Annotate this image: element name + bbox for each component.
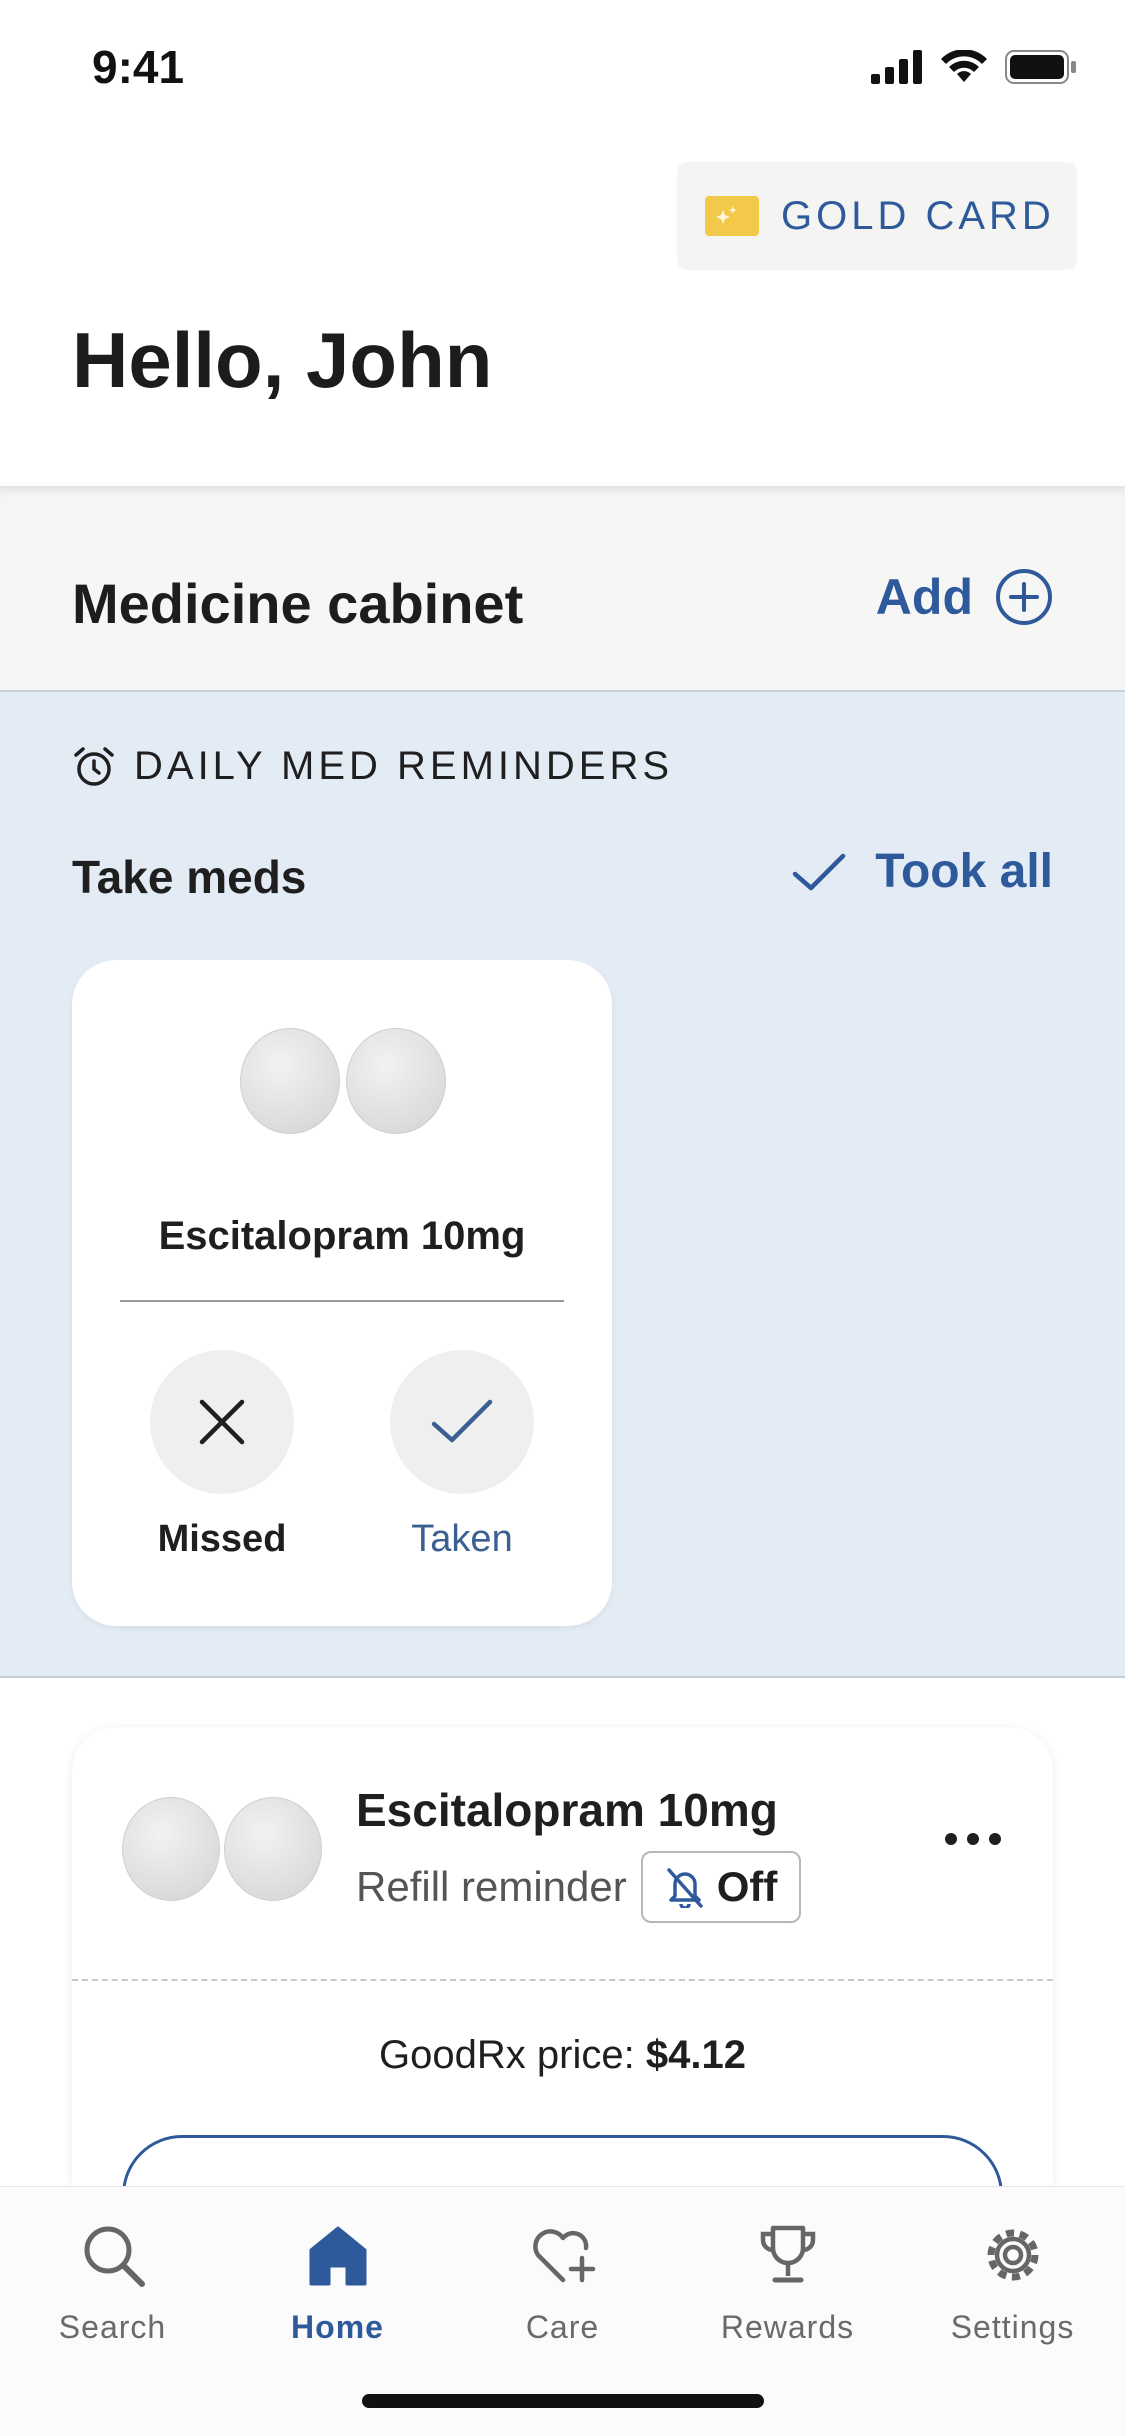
checkmark-icon <box>792 853 846 890</box>
tab-label: Rewards <box>720 2309 855 2345</box>
pill-image <box>122 1797 322 1901</box>
status-time: 9:41 <box>92 41 185 93</box>
medication-name: Escitalopram 10mg <box>356 1784 778 1836</box>
plus-circle-icon <box>996 569 1052 625</box>
gold-card-icon <box>705 196 759 236</box>
missed-label: Missed <box>157 1518 287 1560</box>
missed-button[interactable]: Missed <box>150 1350 294 1561</box>
status-bar: 9:41 <box>0 0 1125 140</box>
tab-care[interactable]: Care <box>450 2211 675 2346</box>
status-icons <box>871 50 1077 84</box>
daily-reminders-section: DAILY MED REMINDERS Take meds Took all E… <box>0 692 1125 1678</box>
more-dot <box>989 1833 1001 1845</box>
tab-label: Search <box>58 2309 167 2345</box>
taken-label: Taken <box>411 1518 513 1560</box>
checkmark-icon <box>431 1399 493 1443</box>
add-medication-button[interactable]: Add <box>876 568 1053 626</box>
divider <box>120 1300 564 1302</box>
medication-reminder-card: Escitalopram 10mg Missed Taken <box>72 960 612 1626</box>
taken-button[interactable]: Taken <box>390 1350 534 1561</box>
medicine-cabinet-header: Medicine cabinet Add <box>0 486 1125 692</box>
reminders-eyebrow: DAILY MED REMINDERS <box>72 744 673 789</box>
battery-icon <box>1005 50 1076 84</box>
refill-reminder-label: Refill reminder <box>356 1863 627 1910</box>
pill-front-image <box>122 1797 220 1901</box>
add-label: Add <box>875 569 973 625</box>
home-indicator <box>362 2394 764 2408</box>
pill-image <box>240 1028 446 1134</box>
tab-search[interactable]: Search <box>0 2211 225 2346</box>
trophy-icon <box>760 2225 815 2283</box>
gold-card-label: GOLD CARD <box>781 193 1055 238</box>
take-meds-heading: Take meds <box>72 851 307 903</box>
goodrx-price: GoodRx price: $4.12 <box>72 2033 1053 2078</box>
wifi-icon <box>941 50 987 82</box>
search-icon <box>84 2226 145 2287</box>
pill-back-image <box>224 1797 322 1901</box>
medication-name: Escitalopram 10mg <box>158 1214 526 1258</box>
close-icon <box>199 1399 245 1445</box>
refill-reminder-row: Refill reminder Off <box>356 1851 802 1923</box>
missed-circle <box>150 1350 294 1494</box>
took-all-button[interactable]: Took all <box>791 844 1053 899</box>
pill-front-image <box>240 1028 340 1134</box>
alarm-clock-icon <box>74 746 114 786</box>
tab-rewards[interactable]: Rewards <box>675 2211 900 2346</box>
refill-reminder-toggle[interactable]: Off <box>640 1851 802 1923</box>
cellular-signal-icon <box>871 50 922 84</box>
reminders-eyebrow-label: DAILY MED REMINDERS <box>134 744 674 788</box>
tab-label: Home <box>291 2309 384 2345</box>
price-value: $4.12 <box>645 2033 746 2077</box>
taken-circle <box>390 1350 534 1494</box>
tab-label: Care <box>525 2309 600 2345</box>
heart-plus-icon <box>532 2229 595 2283</box>
section-title: Medicine cabinet <box>72 572 524 635</box>
price-label: GoodRx price: <box>379 2033 635 2077</box>
more-dot <box>945 1833 957 1845</box>
tab-label: Settings <box>950 2309 1075 2345</box>
tab-settings[interactable]: Settings <box>900 2211 1125 2346</box>
refill-status: Off <box>716 1863 778 1910</box>
home-icon <box>309 2226 366 2286</box>
took-all-label: Took all <box>875 845 1053 898</box>
dashed-divider <box>72 1979 1053 1981</box>
more-dot <box>967 1833 979 1845</box>
pill-back-image <box>346 1028 446 1134</box>
page-title: Hello, John <box>72 316 493 404</box>
gold-card-button[interactable]: GOLD CARD <box>677 162 1077 270</box>
tab-home[interactable]: Home <box>225 2211 450 2346</box>
more-options-button[interactable] <box>945 1833 1001 1845</box>
medication-card[interactable]: Escitalopram 10mg Refill reminder Off Go… <box>72 1727 1053 2255</box>
gear-icon <box>987 2229 1038 2281</box>
bell-off-icon <box>667 1868 703 1908</box>
